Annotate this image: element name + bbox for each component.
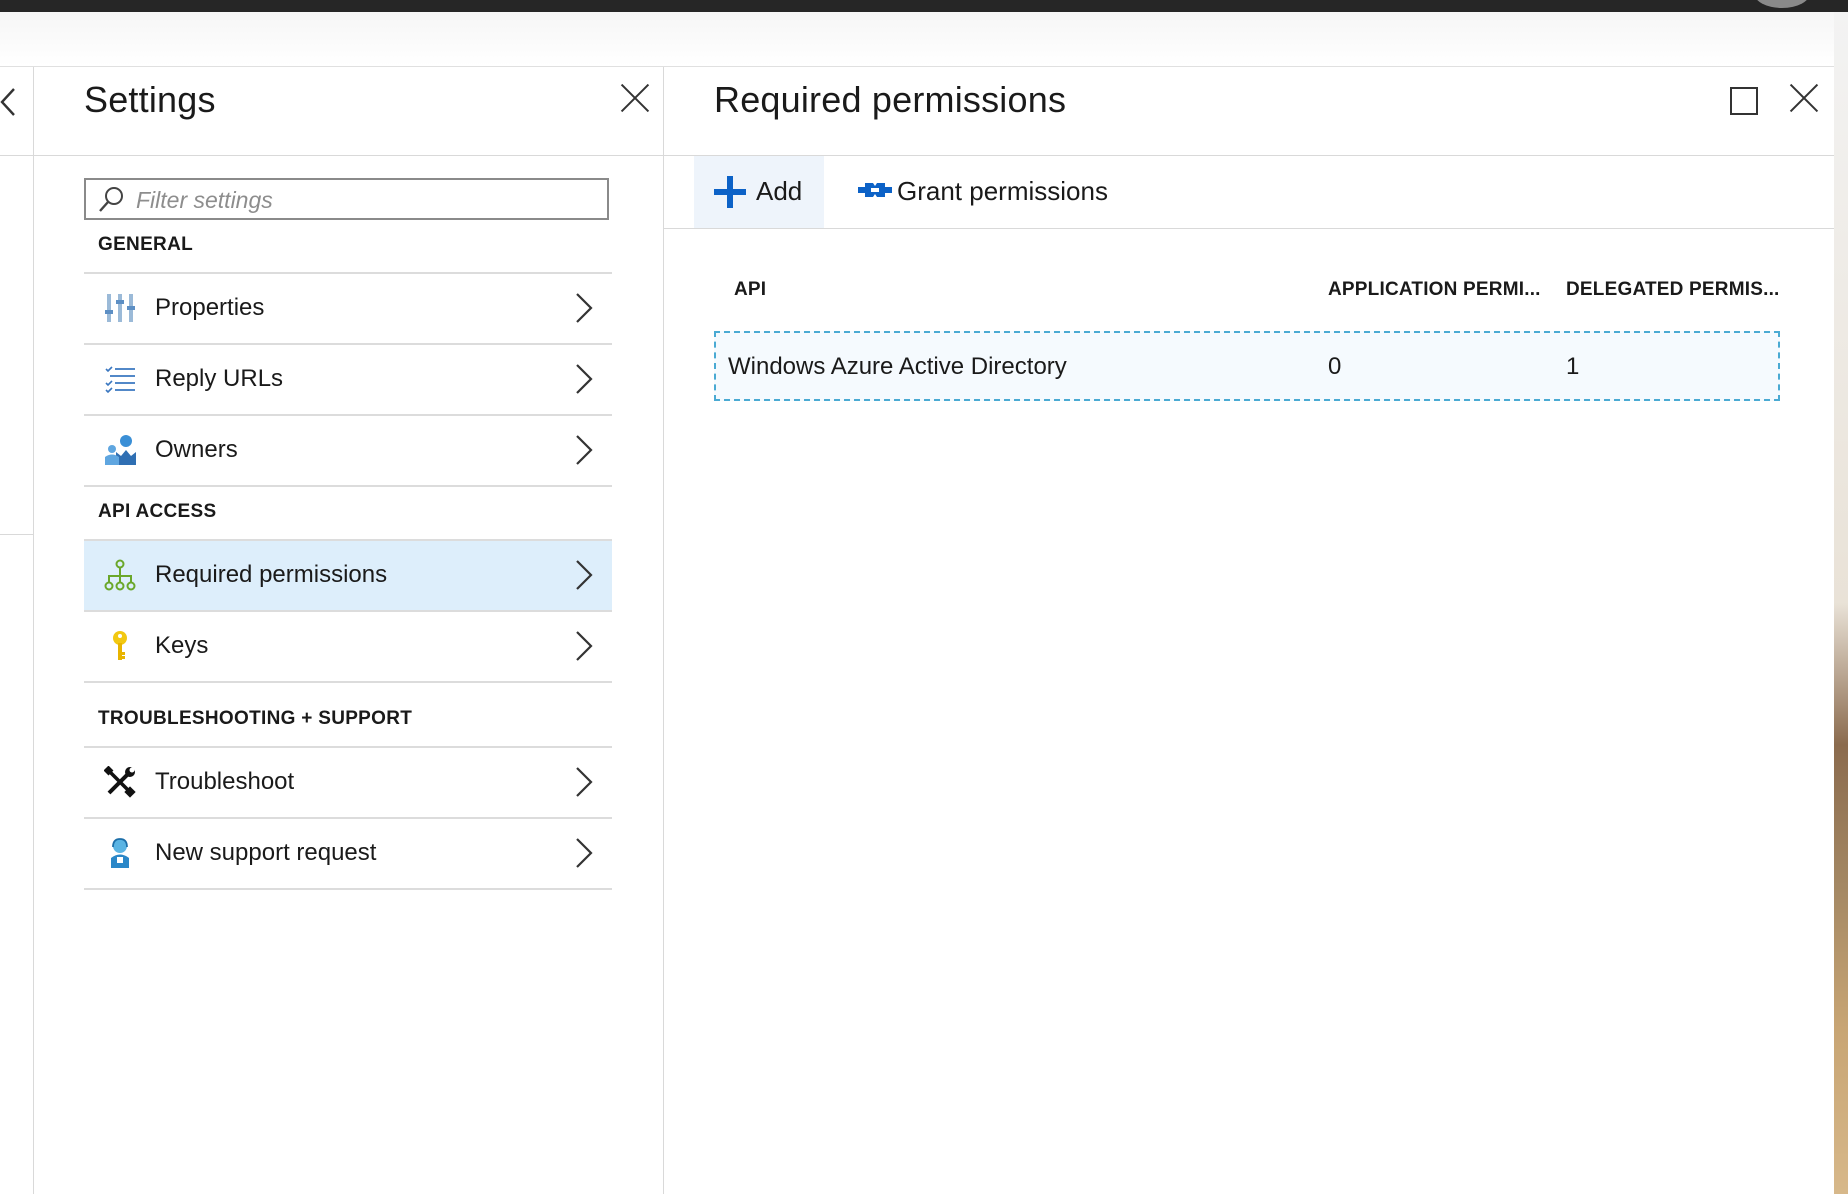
grant-permissions-icon: [858, 183, 892, 197]
menu-item-label: Owners: [155, 436, 238, 463]
menu-item-label: Troubleshoot: [155, 768, 295, 795]
general-menu: Properties Reply URLs Owners: [84, 272, 612, 487]
chevron-right-icon: [576, 435, 593, 465]
list-checks-icon: [105, 366, 135, 394]
menu-item-troubleshoot[interactable]: Troubleshoot: [84, 746, 612, 817]
owners-people-icon: [105, 435, 136, 465]
close-settings-icon[interactable]: [619, 82, 651, 114]
breadcrumb-strip: [0, 12, 1834, 67]
chevron-right-icon: [576, 838, 593, 868]
filter-settings-field[interactable]: [84, 178, 609, 220]
menu-item-label: Required permissions: [155, 561, 388, 588]
key-icon: [113, 631, 127, 660]
chevron-right-icon: [576, 560, 593, 590]
add-button-label: Add: [756, 176, 803, 206]
close-required-permissions-icon[interactable]: [1788, 82, 1820, 114]
menu-item-label: Reply URLs: [155, 365, 284, 392]
menu-item-properties[interactable]: Properties: [84, 272, 612, 343]
delegated-permissions-cell: 1: [1566, 353, 1580, 380]
table-row[interactable]: Windows Azure Active Directory 0 1: [714, 331, 1780, 401]
column-header-application-permissions[interactable]: APPLICATION PERMI...: [1328, 279, 1541, 301]
top-bar: [0, 0, 1848, 12]
api-cell: Windows Azure Active Directory: [728, 353, 1067, 380]
menu-item-new-support-request[interactable]: New support request: [84, 817, 612, 890]
section-api-access-title: API ACCESS: [98, 501, 217, 522]
back-chevron-icon[interactable]: [0, 85, 16, 125]
menu-item-required-permissions[interactable]: Required permissions: [84, 539, 612, 610]
avatar[interactable]: [1754, 0, 1810, 8]
menu-item-label: New support request: [155, 839, 377, 866]
previous-blade: [0, 67, 34, 1194]
api-access-menu: Required permissions Keys: [84, 539, 612, 683]
add-button[interactable]: Add: [694, 156, 824, 228]
chevron-right-icon: [576, 631, 593, 661]
wrench-screwdriver-icon: [104, 766, 136, 798]
plus-icon: [714, 176, 746, 208]
grant-permissions-label: Grant permissions: [897, 176, 1108, 206]
troubleshooting-menu: Troubleshoot New support request: [84, 746, 612, 890]
menu-item-label: Properties: [155, 294, 265, 321]
section-general-title: GENERAL: [98, 234, 193, 255]
menu-item-owners[interactable]: Owners: [84, 414, 612, 487]
chevron-right-icon: [576, 293, 593, 323]
filter-settings-input[interactable]: [134, 184, 598, 216]
menu-item-label: Keys: [155, 632, 209, 659]
settings-title: Settings: [84, 79, 216, 120]
grant-permissions-button[interactable]: Grant permissions: [840, 156, 1130, 228]
properties-sliders-icon: [105, 294, 135, 322]
required-permissions-title: Required permissions: [714, 79, 1067, 120]
required-permissions-blade: Required permissions Add Grant permissio…: [664, 67, 1834, 1194]
section-troubleshooting-title: TROUBLESHOOTING + SUPPORT: [98, 708, 413, 729]
column-header-delegated-permissions[interactable]: DELEGATED PERMIS...: [1566, 279, 1780, 301]
settings-blade: Settings GENERAL Properties: [34, 67, 664, 1194]
support-person-icon: [111, 838, 129, 868]
command-bar: Add Grant permissions: [664, 156, 1834, 229]
menu-item-keys[interactable]: Keys: [84, 610, 612, 683]
application-permissions-cell: 0: [1328, 353, 1342, 380]
hierarchy-icon: [104, 559, 136, 591]
maximize-icon[interactable]: [1730, 87, 1758, 115]
chevron-right-icon: [576, 364, 593, 394]
search-icon: [99, 187, 123, 212]
column-header-api[interactable]: API: [734, 279, 766, 301]
desktop-background: [1834, 12, 1848, 1194]
menu-item-reply-urls[interactable]: Reply URLs: [84, 343, 612, 414]
chevron-right-icon: [576, 767, 593, 797]
